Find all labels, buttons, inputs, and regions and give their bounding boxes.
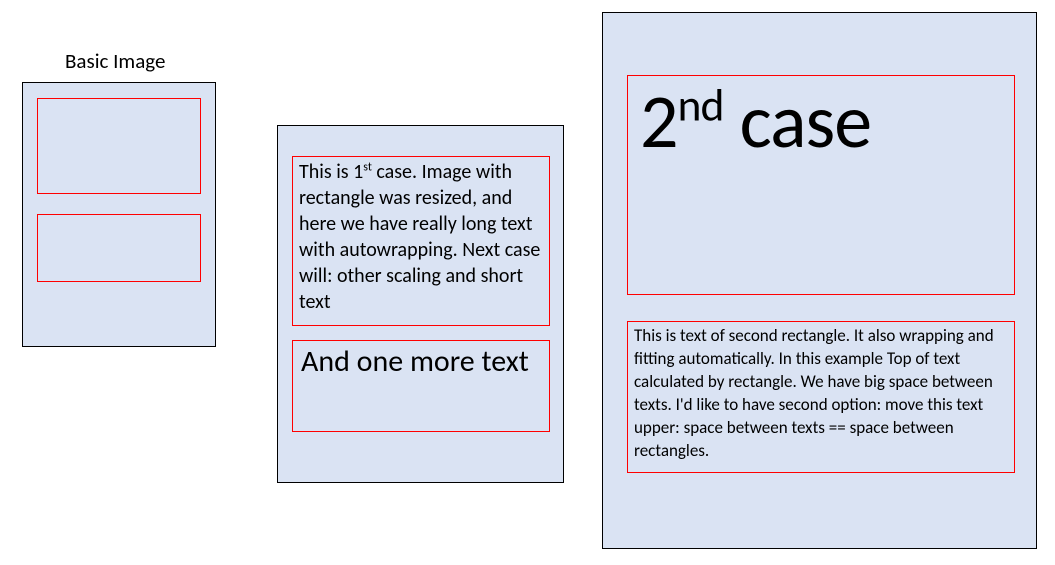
basic-image-label: Basic Image (65, 48, 165, 74)
case1-panel: This is 1st case. Image with rectangle w… (277, 125, 564, 483)
basic-rect-2 (37, 214, 201, 282)
basic-rect-1 (37, 98, 201, 194)
basic-image-panel (22, 82, 216, 347)
case1-rect-1: This is 1st case. Image with rectangle w… (292, 156, 550, 326)
case2-text1-sup: nd (678, 79, 724, 134)
case1-rect-2: And one more text (292, 340, 550, 432)
case2-rect-2: This is text of second rectangle. It als… (627, 321, 1015, 473)
case2-panel: 2nd case This is text of second rectangl… (602, 12, 1037, 549)
case1-text1-sup: st (363, 160, 372, 174)
case2-text1-pre: 2 (640, 76, 678, 168)
case1-text1-pre: This is 1 (299, 160, 363, 184)
case2-text1-post: case (723, 76, 871, 168)
case2-rect-1: 2nd case (627, 75, 1015, 295)
